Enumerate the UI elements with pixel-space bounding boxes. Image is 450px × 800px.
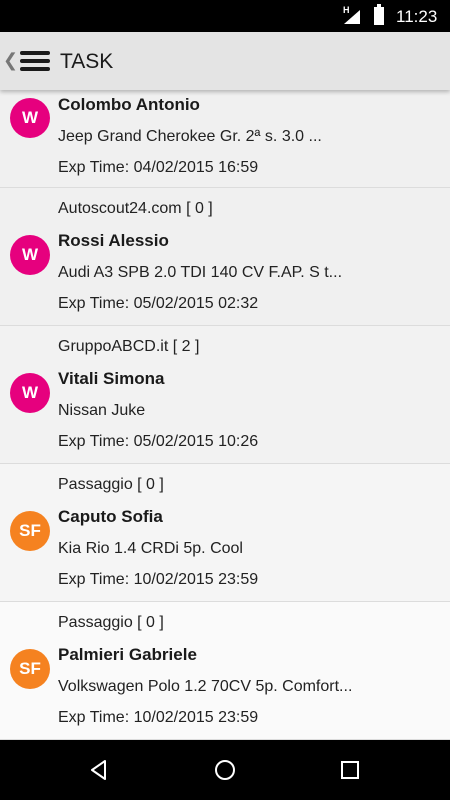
battery-icon bbox=[374, 4, 384, 25]
avatar: W bbox=[10, 235, 50, 275]
avatar: W bbox=[10, 373, 50, 413]
status-bar: H 11:23 bbox=[0, 0, 450, 32]
task-item[interactable]: W Colombo Antonio Jeep Grand Cherokee Gr… bbox=[0, 90, 450, 188]
task-vehicle: Volkswagen Polo 1.2 70CV 5p. Comfort... bbox=[58, 678, 353, 695]
navigation-bar bbox=[0, 740, 450, 800]
task-vehicle: Audi A3 SPB 2.0 TDI 140 CV F.AP. S t... bbox=[58, 264, 343, 281]
avatar: SF bbox=[10, 511, 50, 551]
back-chevron-icon[interactable]: ❮ bbox=[3, 50, 18, 71]
menu-icon[interactable] bbox=[20, 49, 50, 73]
task-source: GruppoABCD.it [ 2 ] bbox=[58, 338, 200, 355]
task-contact-name: Colombo Antonio bbox=[58, 95, 200, 114]
task-source: Passaggio [ 0 ] bbox=[58, 614, 164, 631]
task-contact-name: Palmieri Gabriele bbox=[58, 645, 197, 664]
task-item[interactable]: Passaggio [ 0 ] SF Palmieri Gabriele Vol… bbox=[0, 602, 450, 740]
avatar: W bbox=[10, 98, 50, 138]
back-triangle-icon[interactable] bbox=[87, 758, 111, 782]
task-contact-name: Vitali Simona bbox=[58, 369, 165, 388]
task-exp-time: Exp Time: 05/02/2015 02:32 bbox=[58, 295, 259, 312]
task-vehicle: Nissan Juke bbox=[58, 402, 146, 419]
app-bar: ❮ TASK bbox=[0, 32, 450, 90]
task-item[interactable]: GruppoABCD.it [ 2 ] W Vitali Simona Niss… bbox=[0, 326, 450, 464]
avatar: SF bbox=[10, 649, 50, 689]
task-vehicle: Kia Rio 1.4 CRDi 5p. Cool bbox=[58, 540, 243, 557]
task-source: Passaggio [ 0 ] bbox=[58, 476, 164, 493]
task-exp-time: Exp Time: 10/02/2015 23:59 bbox=[58, 571, 259, 588]
task-source: Autoscout24.com [ 0 ] bbox=[58, 200, 213, 217]
signal-icon bbox=[344, 10, 360, 24]
status-time: 11:23 bbox=[396, 7, 438, 26]
task-contact-name: Caputo Sofia bbox=[58, 507, 163, 526]
task-exp-time: Exp Time: 10/02/2015 23:59 bbox=[58, 709, 259, 726]
task-exp-time: Exp Time: 04/02/2015 16:59 bbox=[58, 159, 259, 176]
task-item[interactable]: Autoscout24.com [ 0 ] W Rossi Alessio Au… bbox=[0, 188, 450, 326]
home-circle-icon[interactable] bbox=[213, 758, 237, 782]
task-list[interactable]: W Colombo Antonio Jeep Grand Cherokee Gr… bbox=[0, 90, 450, 740]
task-item[interactable]: Passaggio [ 0 ] SF Caputo Sofia Kia Rio … bbox=[0, 464, 450, 602]
page-title: TASK bbox=[60, 50, 114, 73]
task-contact-name: Rossi Alessio bbox=[58, 231, 169, 250]
recents-square-icon[interactable] bbox=[338, 758, 362, 782]
task-vehicle: Jeep Grand Cherokee Gr. 2ª s. 3.0 ... bbox=[58, 128, 322, 145]
task-exp-time: Exp Time: 05/02/2015 10:26 bbox=[58, 433, 259, 450]
